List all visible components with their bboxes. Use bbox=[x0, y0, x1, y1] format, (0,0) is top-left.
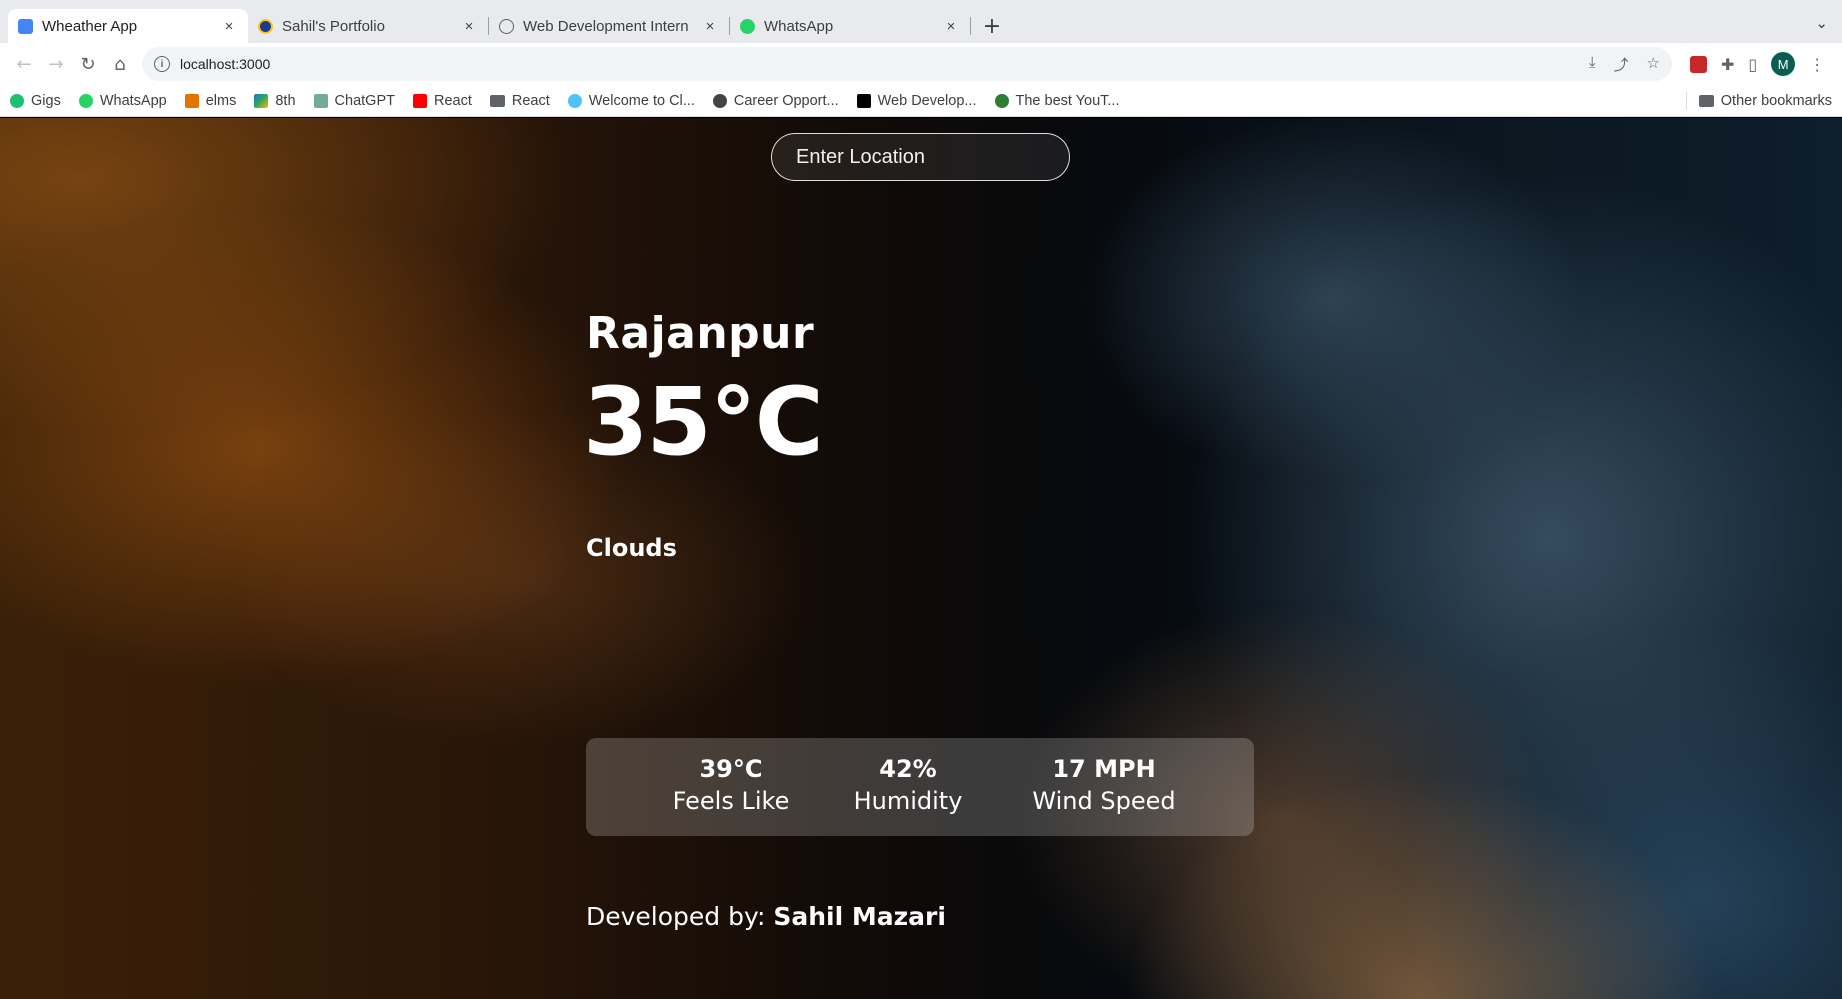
feels-like-label: Feels Like bbox=[672, 787, 790, 815]
reload-icon[interactable]: ↻ bbox=[72, 48, 104, 80]
puzzle-icon[interactable]: ✚ bbox=[1721, 55, 1734, 74]
bookmark-label: Career Opport... bbox=[733, 92, 839, 109]
share-icon[interactable]: ⤴ bbox=[1614, 54, 1629, 75]
bookmark-label: Welcome to Cl... bbox=[588, 92, 695, 109]
close-icon[interactable]: × bbox=[220, 18, 238, 35]
tab-whatsapp[interactable]: WhatsApp × bbox=[730, 9, 970, 43]
elms-icon bbox=[184, 93, 199, 108]
feels-like-value: 39°C bbox=[699, 755, 763, 783]
whatsapp-icon bbox=[78, 93, 93, 108]
tab-title: Web Development Intern bbox=[523, 17, 689, 35]
install-icon[interactable]: ⤓ bbox=[1589, 54, 1596, 75]
bookmark-react-folder[interactable]: React bbox=[489, 92, 550, 109]
bookmark-label: WhatsApp bbox=[99, 92, 167, 109]
back-arrow-icon[interactable]: ← bbox=[8, 48, 40, 80]
fiverr-icon bbox=[10, 93, 24, 108]
home-icon[interactable]: ⌂ bbox=[104, 48, 136, 80]
globe-icon bbox=[499, 18, 514, 34]
tab-web-development-intern[interactable]: Web Development Intern × bbox=[489, 9, 729, 43]
bookmark-web-develop[interactable]: Web Develop... bbox=[856, 92, 977, 109]
tab-title: Wheather App bbox=[42, 17, 138, 35]
close-icon[interactable]: × bbox=[701, 18, 719, 35]
bookmark-label: Web Develop... bbox=[877, 92, 977, 109]
bookmark-career[interactable]: Career Opport... bbox=[712, 92, 839, 109]
developer-credit: Developed by: Sahil Mazari bbox=[586, 902, 946, 931]
bookmark-divider bbox=[1685, 91, 1687, 110]
forward-arrow-icon[interactable]: → bbox=[40, 48, 72, 80]
whatsapp-icon bbox=[740, 18, 755, 34]
bookmark-chatgpt[interactable]: ChatGPT bbox=[313, 92, 395, 109]
bookmark-elms[interactable]: elms bbox=[184, 92, 237, 109]
bookmark-8th[interactable]: 8th bbox=[254, 92, 296, 109]
developer-name: Sahil Mazari bbox=[773, 902, 946, 931]
other-bookmarks[interactable]: Other bookmarks bbox=[1698, 92, 1832, 109]
chevron-down-icon[interactable]: ⌄ bbox=[1815, 14, 1828, 32]
close-icon[interactable]: × bbox=[460, 18, 478, 35]
current-temperature: 35°C bbox=[583, 368, 824, 477]
bookmark-label: elms bbox=[205, 92, 237, 109]
extension-icon[interactable] bbox=[1690, 55, 1707, 73]
music-icon bbox=[994, 93, 1009, 108]
tab-title: WhatsApp bbox=[764, 17, 834, 35]
address-bar[interactable]: i localhost:3000 ⤓ ⤴ ☆ bbox=[142, 47, 1672, 81]
wind-speed-stat: 17 MPH Wind Speed bbox=[1024, 754, 1184, 818]
folder-icon bbox=[489, 94, 505, 107]
site-info-icon[interactable]: i bbox=[154, 56, 170, 72]
kebab-menu-icon[interactable]: ⋮ bbox=[1809, 55, 1825, 74]
tab-portfolio[interactable]: Sahil's Portfolio × bbox=[248, 9, 488, 43]
portfolio-favicon-icon bbox=[258, 18, 273, 34]
google-drive-icon bbox=[254, 93, 269, 108]
new-tab-button[interactable]: + bbox=[977, 9, 1007, 43]
chatgpt-icon bbox=[313, 93, 328, 108]
bookmark-label: React bbox=[511, 92, 550, 109]
weather-details-panel: 39°C Feels Like 42% Humidity 17 MPH Wind… bbox=[586, 738, 1254, 836]
bookmark-gigs[interactable]: Gigs bbox=[10, 93, 61, 109]
cloud-icon bbox=[567, 93, 582, 108]
tab-weather-app[interactable]: Wheather App × bbox=[8, 9, 248, 43]
weather-app-favicon-icon bbox=[18, 18, 33, 34]
weather-description: Clouds bbox=[586, 534, 677, 562]
youtube-icon bbox=[412, 93, 427, 108]
bookmark-label: React bbox=[433, 92, 472, 109]
bookmark-label: 8th bbox=[275, 92, 296, 109]
tab-title: Sahil's Portfolio bbox=[282, 17, 385, 35]
humidity-label: Humidity bbox=[853, 787, 963, 815]
humidity-stat: 42% Humidity bbox=[848, 754, 968, 818]
humidity-value: 42% bbox=[879, 755, 937, 783]
bookmark-label: Other bookmarks bbox=[1720, 92, 1832, 109]
notion-icon bbox=[856, 93, 871, 108]
tab-divider bbox=[970, 17, 971, 35]
city-name: Rajanpur bbox=[586, 308, 815, 359]
side-panel-icon[interactable]: ▯ bbox=[1748, 55, 1757, 74]
bookmark-youtube[interactable]: The best YouT... bbox=[994, 92, 1120, 109]
browser-toolbar: ← → ↻ ⌂ i localhost:3000 ⤓ ⤴ ☆ ✚ ▯ M ⋮ bbox=[0, 43, 1842, 85]
browser-tab-strip: Wheather App × Sahil's Portfolio × Web D… bbox=[0, 0, 1842, 43]
omnibox-actions: ⤓ ⤴ ☆ bbox=[1589, 54, 1660, 75]
credit-prefix: Developed by: bbox=[586, 902, 766, 931]
bookmark-label: The best YouT... bbox=[1015, 92, 1120, 109]
extensions-area: ✚ ▯ M ⋮ bbox=[1690, 52, 1825, 76]
feels-like-stat: 39°C Feels Like bbox=[671, 754, 791, 818]
weather-app-page: Rajanpur 35°C Clouds 39°C Feels Like 42%… bbox=[0, 118, 1842, 999]
url-text[interactable]: localhost:3000 bbox=[180, 56, 1589, 72]
wind-speed-label: Wind Speed bbox=[1032, 787, 1176, 815]
folder-icon bbox=[1698, 94, 1714, 107]
compass-icon bbox=[712, 93, 727, 108]
close-icon[interactable]: × bbox=[942, 18, 960, 35]
bookmark-star-icon[interactable]: ☆ bbox=[1647, 54, 1660, 75]
bookmark-label: ChatGPT bbox=[334, 92, 395, 109]
bookmarks-bar: Gigs WhatsApp elms 8th ChatGPT React Rea… bbox=[0, 85, 1842, 117]
bookmark-welcome[interactable]: Welcome to Cl... bbox=[567, 92, 695, 109]
wind-speed-value: 17 MPH bbox=[1052, 755, 1156, 783]
bookmark-whatsapp[interactable]: WhatsApp bbox=[78, 92, 167, 109]
bookmark-react-youtube[interactable]: React bbox=[412, 92, 472, 109]
location-search-input[interactable] bbox=[771, 133, 1070, 181]
avatar[interactable]: M bbox=[1771, 52, 1796, 76]
bookmark-label: Gigs bbox=[31, 92, 61, 109]
